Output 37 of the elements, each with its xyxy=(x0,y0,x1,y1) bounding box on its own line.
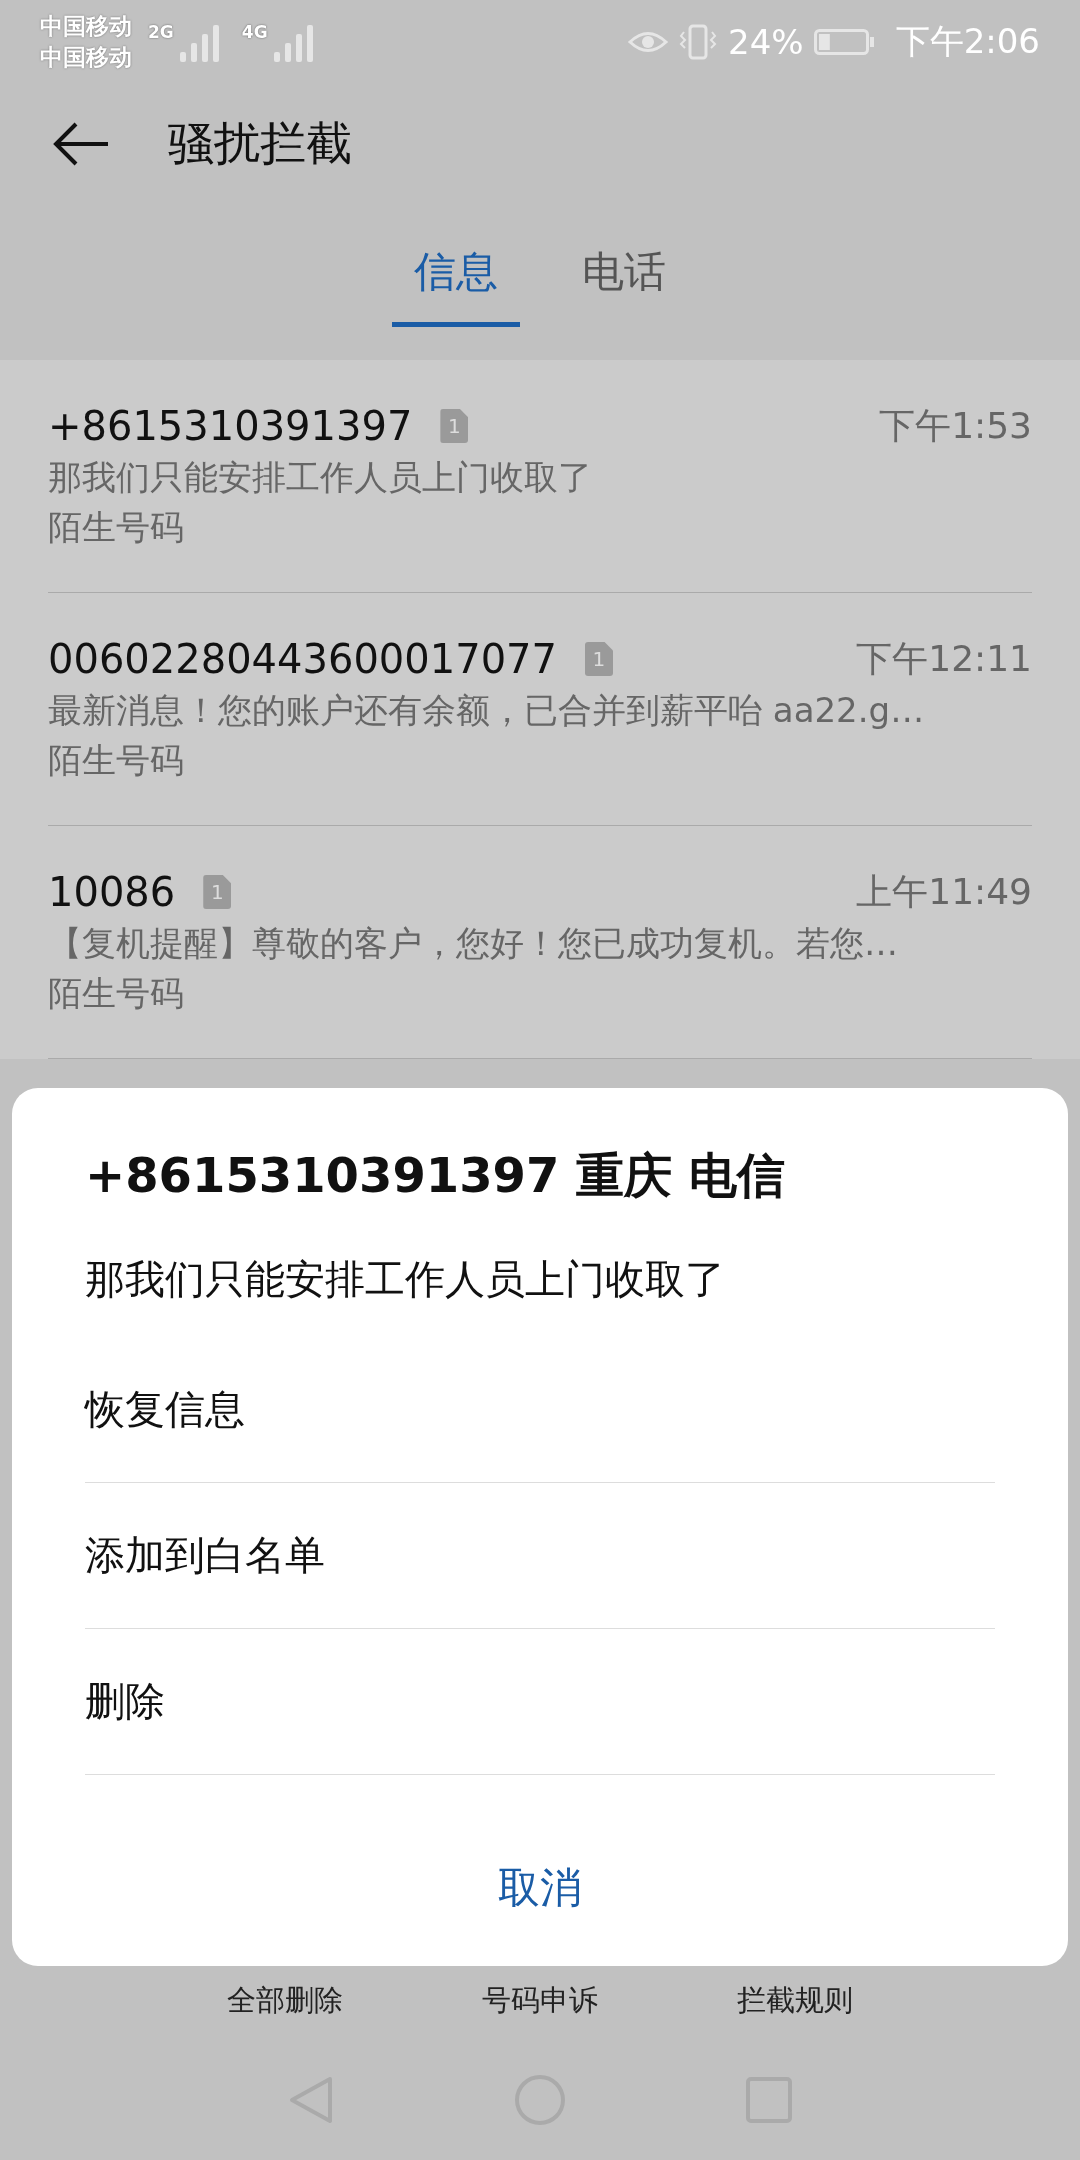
battery-percent: 24% xyxy=(728,22,804,62)
dialog-title: +8615310391397 重庆 电信 xyxy=(85,1146,786,1205)
number-tag: 陌生号码 xyxy=(48,737,1032,784)
message-row[interactable]: 10086 1 上午11:49 【复机提醒】尊敬的客户，您好！您已成功复机。若您… 陌生号码 xyxy=(48,826,1032,1059)
number-tag: 陌生号码 xyxy=(48,504,1032,551)
sender-number: 10086 xyxy=(48,869,176,915)
battery-icon xyxy=(813,27,876,57)
toolbar-button[interactable]: 拦截规则 xyxy=(715,1980,875,2022)
carrier-name: 中国移动 xyxy=(40,43,132,72)
dialog-message: 那我们只能安排工作人员上门收取了 xyxy=(85,1255,726,1304)
message-preview: 最新消息！您的账户还有余额，已合并到薪平咍 aa22.g… xyxy=(48,688,926,732)
number-tag: 陌生号码 xyxy=(48,970,1032,1017)
menu-item[interactable]: 添加到白名单 xyxy=(85,1483,995,1629)
sim-icon: 1 xyxy=(203,875,232,909)
message-preview: 那我们只能安排工作人员上门收取了 xyxy=(48,455,593,499)
menu-item[interactable]: 删除 xyxy=(85,1629,995,1775)
message-time: 上午11:49 xyxy=(856,869,1032,914)
sim-icon: 1 xyxy=(585,642,613,676)
clock: 下午2:06 xyxy=(895,20,1040,63)
page-title: 骚扰拦截 xyxy=(168,115,352,172)
sender-number: +8615310391397 xyxy=(48,403,413,449)
message-row[interactable]: +8615310391397 1 下午1:53 那我们只能安排工作人员上门收取了 陌生号码 xyxy=(48,360,1032,593)
back-icon[interactable] xyxy=(52,121,110,167)
message-row[interactable]: 00602280443600017077 1 下午12:11 最新消息！您的账户还有余额，已合并到薪平咍 aa22.g… 陌生号码 xyxy=(48,593,1032,826)
sender-number: 00602280443600017077 xyxy=(48,636,557,682)
message-time: 下午1:53 xyxy=(879,403,1032,448)
tab[interactable]: 信息 xyxy=(392,224,520,327)
message-preview: 【复机提醒】尊敬的客户，您好！您已成功复机。若您… xyxy=(48,921,899,965)
menu-item[interactable]: 恢复信息 xyxy=(85,1337,995,1483)
tab[interactable]: 电话 xyxy=(560,224,688,327)
toolbar-button[interactable]: 全部删除 xyxy=(205,1980,365,2022)
cancel-button[interactable]: 取消 xyxy=(468,1850,612,1926)
toolbar-button[interactable]: 号码申诉 xyxy=(460,1980,620,2022)
sim-icon: 1 xyxy=(440,409,469,443)
vibrate-icon xyxy=(678,22,719,62)
carrier-name: 中国移动 xyxy=(40,12,132,41)
message-time: 下午12:11 xyxy=(856,636,1032,681)
